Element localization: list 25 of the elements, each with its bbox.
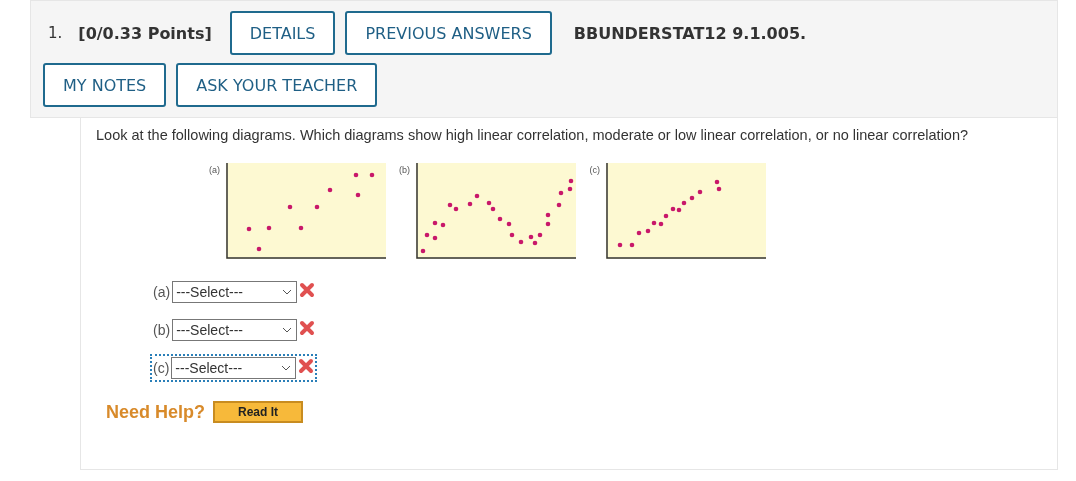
answer-label: (c): [153, 360, 170, 376]
plot-label: (a): [208, 165, 220, 177]
need-help-label: Need Help?: [106, 401, 206, 423]
tool-button[interactable]: MY NOTES: [43, 63, 167, 107]
cross-icon: [299, 282, 316, 298]
read-it-button[interactable]: Read It: [213, 401, 304, 423]
header-button[interactable]: PREVIOUS ANSWERS: [345, 11, 552, 55]
answer-label: (a): [153, 284, 171, 300]
select-dropdown[interactable]: ---Select---: [171, 357, 297, 379]
header-button[interactable]: DETAILS: [229, 11, 336, 55]
chevron-icon: [281, 365, 292, 371]
source-label: BBUNDERSTAT12 9.1.005.: [573, 23, 807, 43]
question-text: Look at the following diagrams. Which diagrams show high linear correlation, moderate or low linear correlation, or no linear correlation?: [96, 127, 970, 143]
cross-icon: [298, 358, 315, 374]
chevron-icon: [282, 289, 293, 295]
tool-button[interactable]: ASK YOUR TEACHER: [176, 63, 378, 107]
answer-label: (b): [153, 322, 171, 338]
select-dropdown[interactable]: ---Select---: [172, 281, 298, 303]
question-number: 1.: [48, 24, 63, 42]
plot-label: (b): [398, 165, 410, 177]
cross-icon: [299, 320, 316, 336]
chevron-icon: [282, 327, 293, 333]
select-dropdown[interactable]: ---Select---: [172, 319, 298, 341]
plot-label: (c): [588, 165, 600, 177]
points-label: [0/0.33 Points]: [78, 23, 212, 43]
